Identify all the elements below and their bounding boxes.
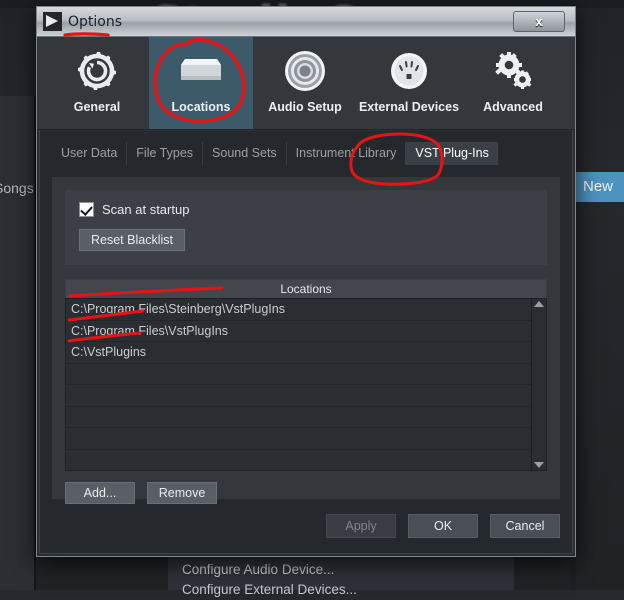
background-menu-item-configure-audio-device[interactable]: Configure Audio Device... xyxy=(182,560,500,580)
scroll-up-icon[interactable] xyxy=(534,301,544,307)
scan-options-group: Scan at startup Reset Blacklist xyxy=(65,190,547,265)
app-icon xyxy=(43,12,62,31)
dialog-title: Options xyxy=(68,14,122,30)
locations-scrollbar[interactable] xyxy=(531,299,546,470)
list-item-empty[interactable] xyxy=(66,385,531,407)
close-icon[interactable]: x xyxy=(513,11,565,32)
knob-dial-icon xyxy=(282,48,328,94)
locations-listbox[interactable]: C:\Program Files\Steinberg\VstPlugIns C:… xyxy=(65,298,547,471)
toolbar-item-general[interactable]: General xyxy=(45,37,149,129)
tab-user-data[interactable]: User Data xyxy=(52,142,126,165)
tab-sound-sets[interactable]: Sound Sets xyxy=(202,142,286,165)
toolbar-label-locations: Locations xyxy=(171,100,230,114)
cancel-button[interactable]: Cancel xyxy=(490,514,560,538)
tab-vst-plug-ins[interactable]: VST Plug-Ins xyxy=(405,142,497,165)
tab-bar: User Data File Types Sound Sets Instrume… xyxy=(40,131,572,165)
dialog-footer: Apply OK Cancel xyxy=(52,509,560,543)
background-songs-label: Songs xyxy=(0,180,34,196)
toolbar-label-external-devices: External Devices xyxy=(359,100,459,114)
list-item-empty[interactable] xyxy=(66,428,531,450)
ok-button[interactable]: OK xyxy=(408,514,478,538)
locations-list-block: Locations C:\Program Files\Steinberg\Vst… xyxy=(65,279,547,471)
background-menu-item-configure-external-devices[interactable]: Configure External Devices... xyxy=(182,580,500,600)
scroll-down-icon[interactable] xyxy=(534,462,544,468)
locations-rows: C:\Program Files\Steinberg\VstPlugIns C:… xyxy=(66,299,531,470)
options-toolbar: General Locations xyxy=(37,37,575,130)
toolbar-label-general: General xyxy=(74,100,121,114)
toolbar-item-audio-setup[interactable]: Audio Setup xyxy=(253,37,357,129)
tab-file-types[interactable]: File Types xyxy=(126,142,202,165)
list-item[interactable]: C:\Program Files\Steinberg\VstPlugIns xyxy=(66,299,531,321)
background-left-panel xyxy=(0,96,36,590)
locations-buttons: Add... Remove xyxy=(65,482,547,504)
toolbar-label-advanced: Advanced xyxy=(483,100,543,114)
toolbar-item-locations[interactable]: Locations xyxy=(149,37,253,129)
scan-at-startup-row[interactable]: Scan at startup xyxy=(79,202,533,217)
list-item[interactable]: C:\Program Files\VstPlugIns xyxy=(66,321,531,343)
list-item[interactable]: C:\VstPlugins xyxy=(66,342,531,364)
tab-instrument-library[interactable]: Instrument Library xyxy=(286,142,406,165)
list-item-empty[interactable] xyxy=(66,450,531,472)
list-item-empty[interactable] xyxy=(66,407,531,429)
scan-at-startup-checkbox[interactable] xyxy=(79,202,94,217)
background-menu: Configure Audio Device... Configure Exte… xyxy=(168,552,514,590)
options-dialog: Options x General xyxy=(36,6,576,557)
toolbar-item-advanced[interactable]: Advanced xyxy=(461,37,565,129)
toolbar-item-external-devices[interactable]: External Devices xyxy=(357,37,461,129)
dialog-titlebar[interactable]: Options x xyxy=(37,7,575,37)
remove-button[interactable]: Remove xyxy=(147,482,217,504)
apply-button[interactable]: Apply xyxy=(326,514,396,538)
toolbar-label-audio-setup: Audio Setup xyxy=(268,100,342,114)
scan-at-startup-label: Scan at startup xyxy=(102,202,189,217)
background-new-button[interactable]: New xyxy=(576,172,624,202)
list-item-empty[interactable] xyxy=(66,364,531,386)
midi-din-icon xyxy=(387,48,431,94)
gear-refresh-icon xyxy=(75,48,119,94)
vst-plugins-panel: Scan at startup Reset Blacklist Location… xyxy=(52,177,560,499)
hard-drive-icon xyxy=(175,48,227,94)
double-gear-icon xyxy=(490,48,536,94)
dialog-body: User Data File Types Sound Sets Instrume… xyxy=(40,131,572,553)
reset-blacklist-button[interactable]: Reset Blacklist xyxy=(79,229,185,251)
add-button[interactable]: Add... xyxy=(65,482,135,504)
locations-column-header: Locations xyxy=(65,279,547,298)
